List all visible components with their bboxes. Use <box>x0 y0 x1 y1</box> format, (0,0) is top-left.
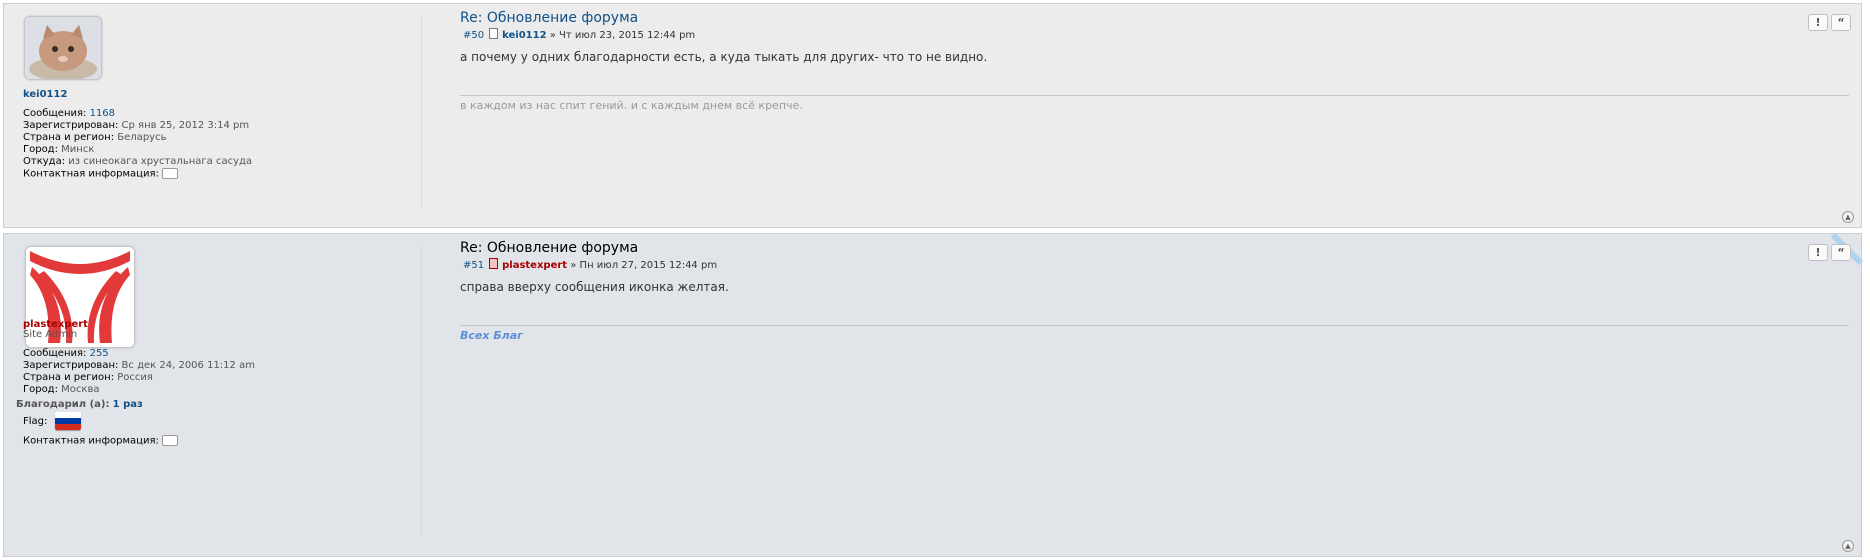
post-title[interactable]: Re: Обновление форума <box>460 240 638 256</box>
post-number-link[interactable]: #50 <box>463 30 484 41</box>
post-50: kei0112 Сообщения: 1168 Зарегистрирован:… <box>3 3 1862 228</box>
field-city: Город: Минск <box>23 144 95 155</box>
field-contact: Контактная информация: <box>23 168 252 181</box>
cat-avatar-image <box>25 17 101 79</box>
quote-button[interactable]: “ <box>1831 14 1851 31</box>
back-to-top-icon[interactable]: ▲ <box>1842 540 1854 552</box>
signature: в каждом из нас спит гений. и с каждым д… <box>460 99 803 112</box>
post-content: а почему у одних благодарности есть, а к… <box>460 50 988 64</box>
post-author[interactable]: plastexpert <box>502 260 567 271</box>
field-from: Откуда: из синеокага хрустальнага сасуда <box>23 156 253 167</box>
flag-label: Flag: <box>23 416 48 427</box>
post-author[interactable]: kei0112 <box>502 30 546 41</box>
post-number-link[interactable]: #51 <box>463 260 484 271</box>
profile-fields: Сообщения: 1168 Зарегистрирован: Ср янв … <box>23 108 252 181</box>
post-date: » Пн июл 27, 2015 12:44 pm <box>570 260 718 271</box>
post-icon[interactable] <box>489 258 499 269</box>
post-date: » Чт июл 23, 2015 12:44 pm <box>549 30 696 41</box>
post-content: справа вверху сообщения иконка желтая. <box>460 280 729 294</box>
back-to-top-icon[interactable]: ▲ <box>1842 211 1854 223</box>
post-51: plastexpert Site Admin Сообщения: 255 За… <box>3 232 1864 557</box>
profile-fields: Сообщения: 255 Зарегистрирован: Вс дек 2… <box>23 348 255 396</box>
field-country: Страна и регион: Россия <box>23 372 153 383</box>
post-title[interactable]: Re: Обновление форума <box>460 10 638 26</box>
post-body: Re: Обновление форума #50 kei0112 » Чт ию… <box>458 4 1861 227</box>
thanks-label: Благодарил (а): <box>16 399 110 410</box>
field-registered: Зарегистрирован: Вс дек 24, 2006 11:12 a… <box>23 360 255 371</box>
field-posts: Сообщения: 1168 <box>23 108 116 119</box>
field-posts: Сообщения: 255 <box>23 348 109 359</box>
contact-icon[interactable] <box>161 168 178 179</box>
contact-label: Контактная информация: <box>23 435 159 447</box>
signature-divider <box>460 95 1849 96</box>
post-profile: plastexpert Site Admin Сообщения: 255 За… <box>4 234 422 556</box>
flag-row: Flag: <box>23 412 81 430</box>
signature: Всех Благ <box>460 329 523 342</box>
divider <box>421 244 422 536</box>
post-profile: kei0112 Сообщения: 1168 Зарегистрирован:… <box>4 4 422 227</box>
report-button[interactable]: ! <box>1808 14 1828 31</box>
post-meta: #50 kei0112 » Чт июл 23, 2015 12:44 pm <box>463 28 695 41</box>
thanks-row: Благодарил (а): 1 раз <box>16 399 143 410</box>
user-rank: Site Admin <box>23 329 78 340</box>
thanks-link[interactable]: 1 раз <box>113 399 143 410</box>
divider <box>421 14 422 207</box>
field-registered: Зарегистрирован: Ср янв 25, 2012 3:14 pm <box>23 120 250 131</box>
avatar[interactable] <box>24 16 102 80</box>
field-city: Город: Москва <box>23 384 100 395</box>
signature-divider <box>460 325 1849 326</box>
post-body: Re: Обновление форума #51 plastexpert » П… <box>458 234 1861 556</box>
contact-icon[interactable] <box>161 435 178 446</box>
post-icon[interactable] <box>489 28 499 39</box>
report-button[interactable]: ! <box>1808 244 1828 261</box>
post-meta: #51 plastexpert » Пн июл 27, 2015 12:44 p… <box>463 258 717 271</box>
contact-row: Контактная информация: <box>23 435 178 447</box>
field-country: Страна и регион: Беларусь <box>23 132 167 143</box>
quote-button[interactable]: “ <box>1831 244 1851 261</box>
username[interactable]: kei0112 <box>23 89 67 100</box>
russia-flag-icon <box>54 412 81 430</box>
